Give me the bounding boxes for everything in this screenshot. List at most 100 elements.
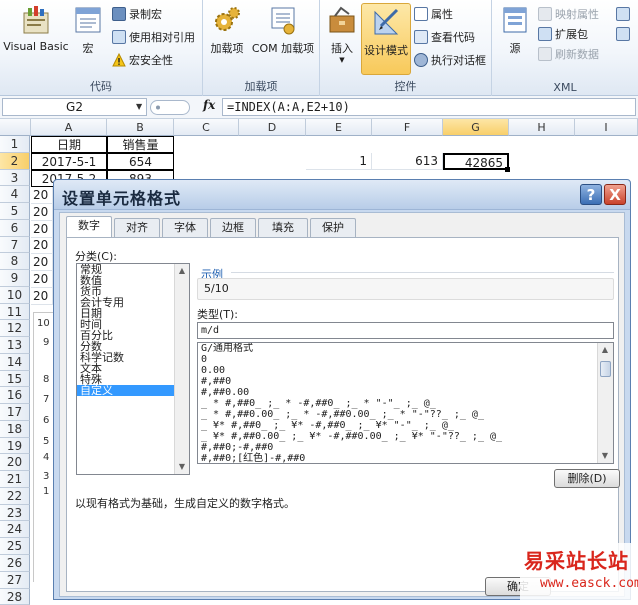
refresh-data-button[interactable]: 刷新数据 xyxy=(538,46,599,64)
scroll-down-icon[interactable]: ▼ xyxy=(598,449,612,463)
formula-bar-splitter[interactable] xyxy=(150,100,190,115)
addins-button[interactable]: 加载项 xyxy=(207,4,247,56)
cell-a9[interactable]: 20 xyxy=(31,271,53,288)
scroll-down-icon[interactable]: ▼ xyxy=(175,460,189,474)
row-header-23[interactable]: 23 xyxy=(0,504,30,522)
column-header-b[interactable]: B xyxy=(107,119,174,136)
run-dialog-button[interactable]: 执行对话框 xyxy=(414,52,486,70)
cell-b2[interactable]: 654 xyxy=(107,153,174,170)
cell-g2-selected[interactable]: 42865 xyxy=(443,153,509,170)
tab-protection[interactable]: 保护 xyxy=(310,218,356,237)
column-header-d[interactable]: D xyxy=(239,119,306,136)
tab-alignment[interactable]: 对齐 xyxy=(114,218,160,237)
view-code-button[interactable]: 查看代码 xyxy=(414,29,475,47)
row-header-5[interactable]: 5 xyxy=(0,203,30,220)
tab-font[interactable]: 字体 xyxy=(162,218,208,237)
row-header-18[interactable]: 18 xyxy=(0,420,30,438)
dialog-titlebar[interactable]: 设置单元格格式 ? X xyxy=(54,180,630,210)
row-header-25[interactable]: 25 xyxy=(0,538,30,555)
fill-handle[interactable] xyxy=(505,167,510,172)
format-code-item[interactable]: G/通用格式 xyxy=(198,343,613,354)
cell-a1[interactable]: 日期 xyxy=(31,136,107,153)
insert-control-button[interactable]: 插入 ▼ xyxy=(324,4,360,64)
format-list-scrollbar[interactable]: ▲ ▼ xyxy=(597,343,613,463)
format-code-item[interactable]: _ * #,##0_ ;_ * -#,##0_ ;_ * "-"_ ;_ @_ xyxy=(198,398,613,409)
row-header-24[interactable]: 24 xyxy=(0,521,30,539)
cell-a8[interactable]: 20 xyxy=(31,254,53,271)
relative-ref-button[interactable]: 使用相对引用 xyxy=(112,29,195,47)
row-header-17[interactable]: 17 xyxy=(0,404,30,421)
row-header-26[interactable]: 26 xyxy=(0,555,30,572)
column-header-c[interactable]: C xyxy=(174,119,239,136)
cell-a4[interactable]: 20 xyxy=(31,187,53,204)
help-button[interactable]: ? xyxy=(580,184,602,205)
cell-f2[interactable]: 613 xyxy=(372,153,443,170)
row-header-12[interactable]: 12 xyxy=(0,320,30,338)
row-header-28[interactable]: 28 xyxy=(0,588,30,605)
delete-format-button[interactable]: 删除(D) xyxy=(554,469,620,488)
row-header-16[interactable]: 16 xyxy=(0,387,30,405)
category-scrollbar[interactable]: ▲ ▼ xyxy=(174,264,189,474)
export-button[interactable] xyxy=(616,26,633,44)
row-header-19[interactable]: 19 xyxy=(0,437,30,455)
insert-function-button[interactable]: fx xyxy=(203,98,215,112)
expansion-packs-button[interactable]: 扩展包 xyxy=(538,26,588,44)
row-header-6[interactable]: 6 xyxy=(0,219,30,237)
format-code-item[interactable]: _ * #,##0.00_ ;_ * -#,##0.00_ ;_ * "-"??… xyxy=(198,409,613,420)
category-list[interactable]: 常规 数值 货币 会计专用 日期 时间 百分比 分数 科学记数 文本 特殊 自定义 ▲ ▼ xyxy=(76,263,190,475)
scroll-up-icon[interactable]: ▲ xyxy=(598,343,612,357)
row-header-20[interactable]: 20 xyxy=(0,454,30,472)
scroll-thumb[interactable] xyxy=(600,361,611,377)
select-all-corner[interactable] xyxy=(0,119,31,136)
format-code-item[interactable]: #,##0 xyxy=(198,376,613,387)
cell-a7[interactable]: 20 xyxy=(31,237,53,254)
name-box[interactable]: G2 xyxy=(2,98,147,116)
cell-b1[interactable]: 销售量 xyxy=(107,136,174,153)
visual-basic-button[interactable]: Visual Basic xyxy=(3,4,69,53)
column-header-h[interactable]: H xyxy=(509,119,575,136)
column-header-i[interactable]: I xyxy=(575,119,638,136)
cell-a10[interactable]: 20 xyxy=(31,288,53,305)
format-code-item[interactable]: _ ¥* #,##0_ ;_ ¥* -#,##0_ ;_ ¥* "-"_ ;_ … xyxy=(198,420,613,431)
format-code-item[interactable]: _ ¥* #,##0.00_ ;_ ¥* -#,##0.00_ ;_ ¥* "-… xyxy=(198,431,613,442)
row-header-11[interactable]: 11 xyxy=(0,303,30,321)
row-header-4[interactable]: 4 xyxy=(0,186,30,204)
embedded-chart[interactable] xyxy=(33,312,55,582)
tab-number[interactable]: 数字 xyxy=(66,216,112,238)
format-code-item[interactable]: 0.00 xyxy=(198,365,613,376)
macro-security-button[interactable]: 宏安全性 xyxy=(112,52,173,70)
row-header-9[interactable]: 9 xyxy=(0,270,30,287)
chevron-down-icon[interactable]: ▼ xyxy=(136,98,142,116)
map-properties-button[interactable]: 映射属性 xyxy=(538,6,599,24)
formula-input[interactable]: =INDEX(A:A,E2+10) xyxy=(222,98,636,116)
design-mode-button[interactable]: 设计模式 xyxy=(361,3,411,75)
row-header-7[interactable]: 7 xyxy=(0,236,30,254)
macros-button[interactable]: 宏 xyxy=(72,4,104,56)
row-header-15[interactable]: 15 xyxy=(0,370,30,388)
type-input[interactable]: m/d xyxy=(197,322,614,339)
row-header-10[interactable]: 10 xyxy=(0,286,30,304)
row-header-1[interactable]: 1 xyxy=(0,136,30,153)
row-header-2[interactable]: 2 xyxy=(0,152,30,170)
category-item[interactable]: 自定义 xyxy=(77,385,189,396)
cell-e2[interactable]: 1 xyxy=(306,153,372,170)
row-header-3[interactable]: 3 xyxy=(0,169,30,187)
record-macro-button[interactable]: 录制宏 xyxy=(112,6,162,24)
row-header-21[interactable]: 21 xyxy=(0,471,30,488)
row-header-8[interactable]: 8 xyxy=(0,253,30,271)
format-code-item[interactable]: #,##0.00 xyxy=(198,387,613,398)
row-header-22[interactable]: 22 xyxy=(0,487,30,505)
row-header-27[interactable]: 27 xyxy=(0,571,30,589)
column-header-f[interactable]: F xyxy=(372,119,443,136)
import-button[interactable] xyxy=(616,6,633,24)
cell-a2[interactable]: 2017-5-1 xyxy=(31,153,107,170)
scroll-up-icon[interactable]: ▲ xyxy=(175,264,189,278)
format-code-list[interactable]: G/通用格式 0 0.00 #,##0 #,##0.00 _ * #,##0_ ;_ * … xyxy=(197,342,614,464)
tab-border[interactable]: 边框 xyxy=(210,218,256,237)
com-addins-button[interactable]: COM 加载项 xyxy=(249,4,317,56)
tab-fill[interactable]: 填充 xyxy=(258,218,308,237)
cell-a6[interactable]: 20 xyxy=(31,221,53,238)
close-button[interactable]: X xyxy=(604,184,626,205)
column-header-a[interactable]: A xyxy=(31,119,107,136)
cell-a5[interactable]: 20 xyxy=(31,204,53,221)
